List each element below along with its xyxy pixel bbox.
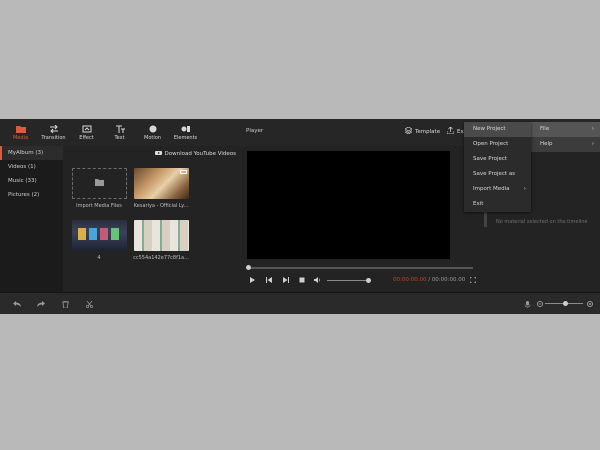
redo-icon[interactable] — [36, 299, 46, 309]
elements-icon — [181, 124, 191, 133]
menu-help[interactable]: Help › — [531, 137, 600, 152]
tab-media[interactable]: Media — [4, 119, 37, 146]
tab-text-label: Text — [114, 135, 125, 141]
motion-icon — [148, 124, 158, 133]
tab-motion[interactable]: Motion — [136, 119, 169, 146]
chevron-right-icon: › — [591, 141, 594, 147]
sidebar-item-myalbum[interactable]: MyAlbum (3) — [0, 146, 63, 160]
import-media-tile[interactable] — [72, 168, 127, 199]
template-label: Template — [415, 128, 441, 135]
chevron-right-icon: › — [523, 186, 526, 192]
media-label-cc554a: cc554a142e77c8f1a... — [133, 255, 189, 261]
scrubber-handle[interactable] — [246, 265, 251, 270]
timeline-toolbar — [0, 292, 600, 314]
media-thumbnail-cc554a[interactable] — [134, 220, 189, 251]
effect-icon — [82, 124, 92, 133]
text-icon — [115, 124, 125, 133]
download-youtube-label: Download YouTube Videos — [164, 151, 236, 157]
folder-icon — [95, 179, 104, 188]
total-time: 00:00:00.00 — [431, 277, 466, 283]
tab-effect[interactable]: Effect — [70, 119, 103, 146]
media-label-kesariya: Kesariya - Official Ly... — [133, 203, 189, 209]
playback-controls: 00:00:00.00 / 00:00:00.00 — [240, 275, 482, 287]
download-icon — [154, 150, 162, 158]
tab-elements-label: Elements — [173, 135, 198, 141]
media-thumbnail-kesariya[interactable] — [134, 168, 189, 199]
sidebar-item-pictures[interactable]: Pictures (2) — [0, 188, 63, 202]
template-button[interactable]: Template — [404, 126, 441, 136]
file-menu-dropdown: New Project Open Project Save Project Sa… — [464, 122, 531, 212]
audio-icon[interactable] — [522, 299, 532, 309]
tab-elements[interactable]: Elements — [169, 119, 202, 146]
zoom-in-icon[interactable] — [585, 299, 595, 309]
split-icon[interactable] — [84, 299, 94, 309]
media-label-4: 4 — [97, 255, 101, 261]
video-badge-icon — [180, 170, 187, 174]
fullscreen-icon[interactable] — [468, 275, 477, 285]
play-icon[interactable] — [247, 275, 256, 285]
menu-item-open-project[interactable]: Open Project — [464, 137, 531, 152]
download-youtube-button[interactable]: Download YouTube Videos — [154, 149, 236, 159]
thumb-detail — [89, 228, 97, 240]
menu-item-save-project[interactable]: Save Project — [464, 152, 531, 167]
tab-media-label: Media — [12, 135, 29, 141]
thumb-detail — [78, 228, 86, 240]
volume-slider[interactable] — [327, 278, 371, 283]
tab-text[interactable]: Text — [103, 119, 136, 146]
transition-icon — [49, 124, 59, 133]
previous-frame-icon[interactable] — [264, 275, 273, 285]
volume-icon[interactable] — [313, 275, 322, 285]
thumb-detail — [111, 228, 119, 240]
tab-transition[interactable]: Transition — [37, 119, 70, 146]
current-time: 00:00:00.00 — [393, 277, 427, 283]
video-preview[interactable] — [247, 151, 450, 259]
tab-transition-label: Transition — [41, 135, 66, 141]
tab-motion-label: Motion — [144, 135, 161, 141]
app-menubar: File › Help › — [531, 122, 600, 152]
media-library: Download YouTube Videos Import Media Fil… — [63, 146, 240, 292]
player-panel: 00:00:00.00 / 00:00:00.00 — [240, 146, 482, 292]
layers-icon — [404, 126, 413, 136]
thumb-detail — [100, 228, 108, 240]
menu-item-save-project-as[interactable]: Save Project as — [464, 167, 531, 182]
export-button[interactable]: Ex — [446, 126, 464, 136]
player-title: Player — [246, 128, 264, 134]
chevron-right-icon: › — [591, 126, 594, 132]
media-thumbnail-4[interactable] — [72, 220, 127, 251]
menu-item-exit[interactable]: Exit — [464, 197, 531, 212]
import-media-label: Import Media — [473, 186, 510, 192]
menu-file[interactable]: File › — [531, 122, 600, 137]
empty-selection-text: No material selected on the timeline — [496, 219, 588, 225]
time-display: 00:00:00.00 / 00:00:00.00 — [393, 277, 465, 283]
zoom-slider[interactable] — [545, 301, 583, 306]
export-label: Ex — [457, 128, 464, 135]
sidebar-item-music[interactable]: Music (33) — [0, 174, 63, 188]
menu-item-new-project[interactable]: New Project — [464, 122, 531, 137]
zoom-out-icon[interactable] — [535, 299, 545, 309]
next-frame-icon[interactable] — [281, 275, 290, 285]
volume-handle[interactable] — [366, 278, 371, 283]
playback-scrubber[interactable] — [246, 265, 473, 270]
folder-icon — [15, 124, 26, 133]
sidebar-item-videos[interactable]: Videos (1) — [0, 160, 63, 174]
zoom-handle[interactable] — [563, 301, 568, 306]
stop-icon[interactable] — [297, 275, 306, 285]
undo-icon[interactable] — [12, 299, 22, 309]
media-sidebar: MyAlbum (3) Videos (1) Music (33) Pictur… — [0, 146, 63, 292]
import-media-label: Import Media Files — [76, 203, 122, 209]
export-icon — [446, 126, 455, 136]
delete-icon[interactable] — [60, 299, 70, 309]
media-toolbar: Media Transition Effect Text Motion Elem… — [0, 119, 240, 146]
menu-help-label: Help — [540, 141, 553, 147]
player-header: Player Template Ex — [240, 119, 482, 146]
tab-effect-label: Effect — [79, 135, 94, 141]
menu-item-import-media[interactable]: Import Media › — [464, 182, 531, 197]
menu-file-label: File — [540, 126, 550, 132]
